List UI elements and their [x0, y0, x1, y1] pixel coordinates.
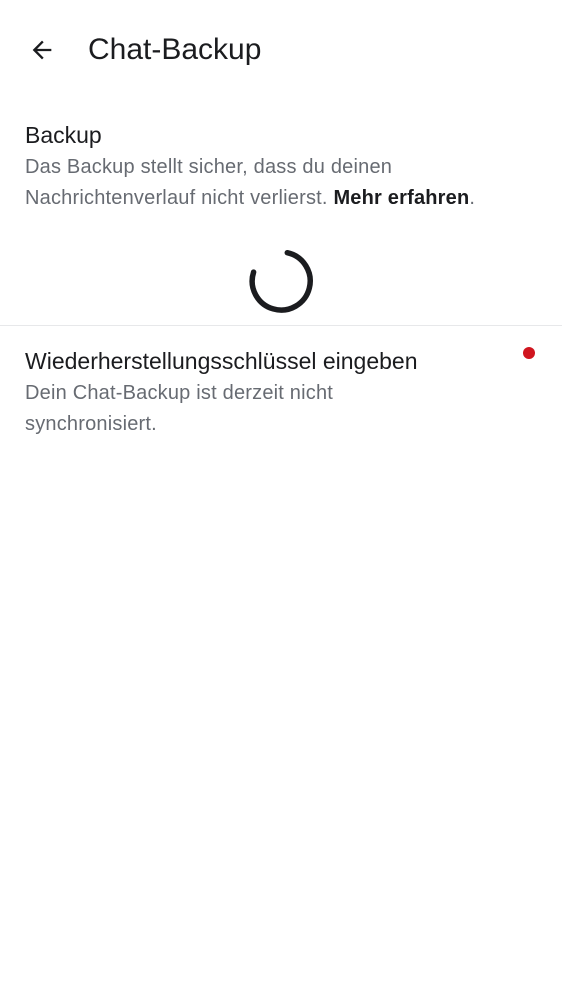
top-app-bar: Chat-Backup	[0, 0, 562, 100]
back-button[interactable]	[18, 26, 66, 74]
loading-spinner-icon	[248, 249, 314, 315]
backup-section: Backup Das Backup stellt sicher, dass du…	[25, 120, 537, 214]
backup-description: Das Backup stellt sicher, dass du deinen…	[25, 152, 537, 214]
backup-title: Backup	[25, 122, 102, 148]
backup-description-suffix: .	[469, 187, 476, 209]
page-title: Chat-Backup	[88, 33, 262, 66]
recovery-key-section: Wiederherstellungsschlüssel eingeben Dei…	[25, 346, 537, 440]
recovery-key-title: Wiederherstellungsschlüssel eingeben	[25, 348, 418, 374]
learn-more-link[interactable]: Mehr erfahren	[333, 187, 469, 209]
recovery-key-description: Dein Chat-Backup ist derzeit nicht synch…	[25, 382, 334, 435]
red-dot-icon	[523, 347, 535, 359]
arrow-left-icon	[32, 40, 52, 60]
